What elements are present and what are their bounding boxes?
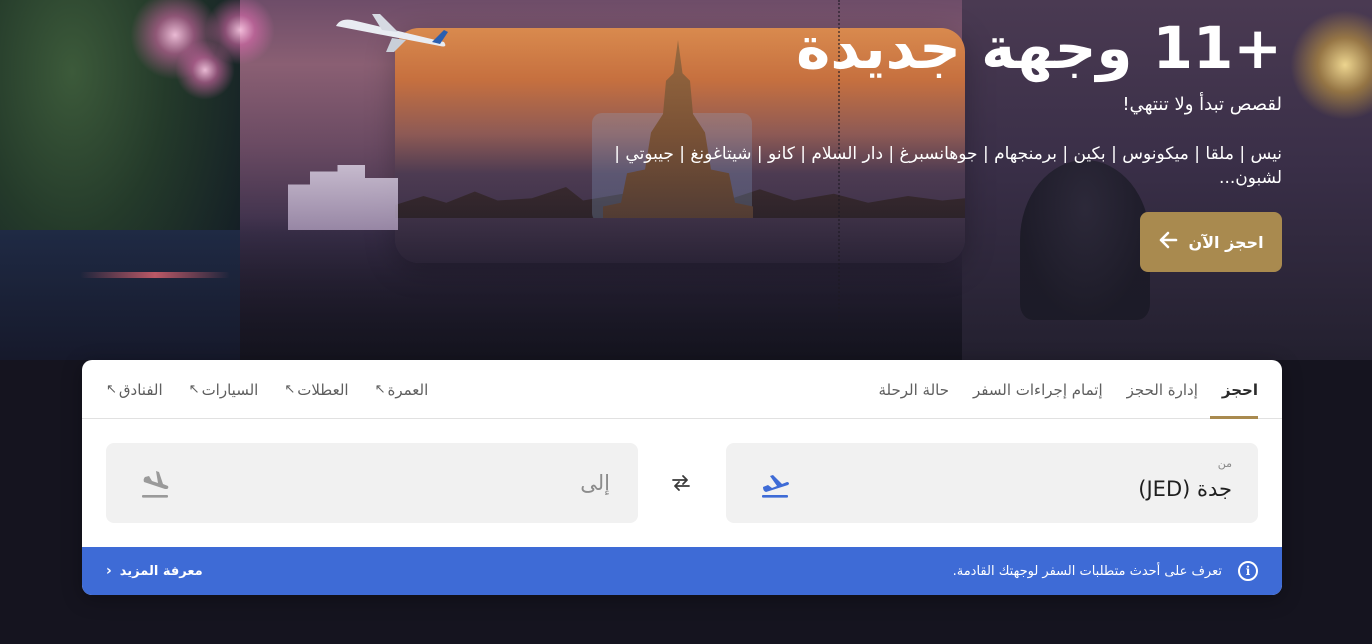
destination-field[interactable]: إلى	[106, 443, 638, 523]
hero-destinations: نيس | ملقا | ميكونوس | بكين | برمنجهام |…	[614, 144, 1282, 188]
tab-book[interactable]: احجز	[1209, 360, 1259, 419]
page: +11 وجهة جديدة لقصص تبدأ ولا تنتهي! نيس …	[0, 0, 1372, 644]
external-link-icon: ↖	[284, 382, 296, 397]
book-now-button[interactable]: احجز الآن	[1140, 212, 1282, 272]
travel-requirements-bar: i تعرف على أحدث متطلبات السفر لوجهتك الق…	[82, 547, 1282, 595]
hero-subtitle: لقصص تبدأ ولا تنتهي!	[1122, 94, 1282, 115]
external-link-icon: ↖	[374, 382, 386, 397]
destination-placeholder: إلى	[580, 471, 610, 495]
origin-label: من	[1217, 457, 1232, 470]
hero-title: +11 وجهة جديدة	[796, 14, 1283, 82]
airplane-icon	[336, 14, 448, 52]
booking-widget: احجز إدارة الحجز إتمام إجراءات السفر حال…	[82, 360, 1282, 595]
village-silhouette	[288, 165, 398, 230]
service-link-cars[interactable]: السيارات ↖	[189, 381, 259, 399]
tab-check-in[interactable]: إتمام إجراءات السفر	[961, 360, 1115, 419]
book-now-label: احجز الآن	[1188, 232, 1264, 252]
tab-flight-status[interactable]: حالة الرحلة	[866, 360, 961, 419]
plane-takeoff-icon	[762, 475, 789, 498]
origin-value: جدة (JED)	[1138, 477, 1232, 501]
plane-landing-icon	[142, 471, 169, 498]
booking-tabs: احجز إدارة الحجز إتمام إجراءات السفر حال…	[82, 360, 1282, 419]
travel-requirements-text: تعرف على أحدث متطلبات السفر لوجهتك القاد…	[952, 563, 1222, 579]
service-links: الفنادق ↖ السيارات ↖ العطلات ↖ العمرة ↖	[106, 360, 428, 419]
hero-banner: +11 وجهة جديدة لقصص تبدأ ولا تنتهي! نيس …	[0, 0, 1372, 360]
info-icon: i	[1238, 561, 1258, 581]
service-link-hotels[interactable]: الفنادق ↖	[106, 381, 163, 399]
swap-button[interactable]	[665, 468, 697, 498]
service-link-umrah[interactable]: العمرة ↖	[375, 381, 429, 399]
tab-manage-booking[interactable]: إدارة الحجز	[1115, 360, 1210, 419]
hero-text-block: +11 وجهة جديدة لقصص تبدأ ولا تنتهي! نيس …	[602, 8, 1283, 190]
origin-field[interactable]: من جدة (JED)	[726, 443, 1258, 523]
main-tabs: احجز إدارة الحجز إتمام إجراءات السفر حال…	[866, 360, 1259, 419]
swap-arrows-icon	[672, 475, 690, 491]
firework-decoration	[205, 0, 275, 65]
external-link-icon: ↖	[188, 382, 200, 397]
learn-more-link[interactable]: معرفة المزيد ‹	[106, 547, 203, 595]
chevron-left-icon: ‹	[106, 563, 112, 579]
external-link-icon: ↖	[106, 382, 117, 397]
arrow-left-icon	[1158, 231, 1178, 254]
service-link-holidays[interactable]: العطلات ↖	[284, 381, 348, 399]
